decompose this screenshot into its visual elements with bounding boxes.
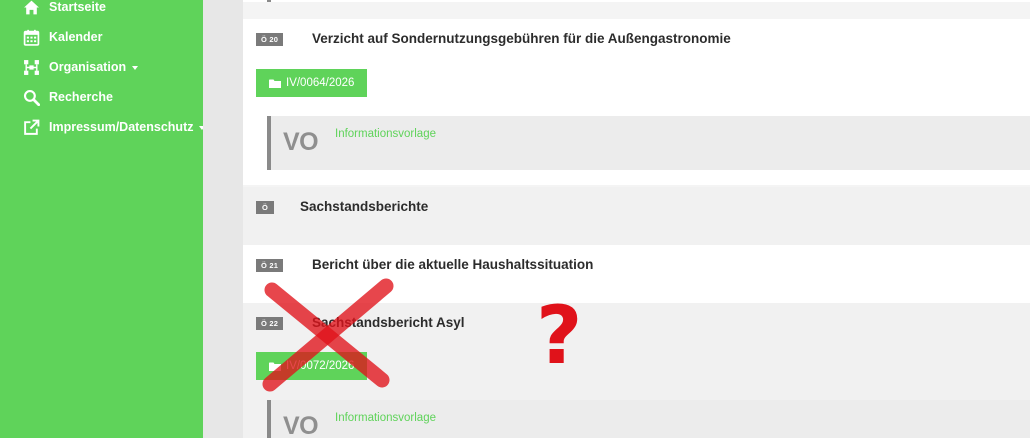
calendar-icon	[22, 28, 40, 46]
document-type-box: VO Informationsvorlage	[267, 400, 1030, 438]
folder-icon	[269, 362, 281, 371]
sidebar-item-label: Impressum/Datenschutz	[49, 120, 194, 134]
sidebar-item-startseite[interactable]: Startseite	[22, 0, 106, 17]
agenda-item-20: Ö 20 Verzicht auf Sondernutzungsgebühren…	[243, 19, 1030, 185]
document-type-link[interactable]: Informationsvorlage	[335, 128, 436, 140]
previous-item-border	[267, 0, 271, 2]
folder-icon	[269, 79, 281, 88]
document-type-abbreviation: VO	[283, 128, 319, 156]
agenda-content: Ö 20 Verzicht auf Sondernutzungsgebühren…	[243, 0, 1030, 438]
agenda-item-title[interactable]: Bericht über die aktuelle Haushaltssitua…	[312, 257, 593, 272]
agenda-item-22: Ö 22 Sachstandsbericht Asyl IV/0072/2026…	[243, 303, 1030, 438]
agenda-section-title[interactable]: Sachstandsberichte	[300, 199, 428, 214]
agenda-item-number-badge: Ö 20	[256, 33, 284, 46]
agenda-item-number-badge: Ö 22	[256, 317, 284, 330]
sidebar-item-label: Kalender	[49, 30, 103, 44]
sidebar-item-kalender[interactable]: Kalender	[22, 27, 103, 47]
sidebar: Startseite Kalender Organisation Recherc…	[0, 0, 206, 438]
document-type-abbreviation: VO	[283, 412, 319, 438]
chevron-down-icon	[132, 65, 139, 70]
document-number: IV/0072/2026	[286, 360, 355, 372]
agenda-section-sachstandsberichte: Ö Sachstandsberichte	[243, 187, 1030, 245]
document-button[interactable]: IV/0072/2026	[256, 352, 368, 380]
agenda-section-badge: Ö	[256, 201, 275, 214]
sidebar-item-recherche[interactable]: Recherche	[22, 87, 113, 107]
agenda-item-21: Ö 21 Bericht über die aktuelle Haushalts…	[243, 245, 1030, 303]
sidebar-item-impressum[interactable]: Impressum/Datenschutz	[22, 117, 206, 137]
organisation-icon	[22, 58, 40, 76]
document-button[interactable]: IV/0064/2026	[256, 69, 368, 97]
document-type-link[interactable]: Informationsvorlage	[335, 412, 436, 424]
sidebar-item-organisation[interactable]: Organisation	[22, 57, 139, 77]
sidebar-item-label: Startseite	[49, 0, 106, 14]
agenda-item-number-badge: Ö 21	[256, 259, 284, 272]
external-link-icon	[22, 118, 40, 136]
document-type-box: VO Informationsvorlage	[267, 116, 1030, 170]
sidebar-item-label: Recherche	[49, 90, 113, 104]
agenda-item-title[interactable]: Verzicht auf Sondernutzungsgebühren für …	[312, 31, 731, 46]
sidebar-item-label: Organisation	[49, 60, 127, 74]
sidebar-gutter	[203, 0, 243, 438]
home-icon	[22, 0, 40, 16]
search-icon	[22, 88, 40, 106]
document-number: IV/0064/2026	[286, 77, 355, 89]
agenda-item-title[interactable]: Sachstandsbericht Asyl	[312, 315, 465, 330]
previous-item-edge	[243, 0, 1030, 2]
question-mark-annotation: ?	[536, 289, 583, 382]
